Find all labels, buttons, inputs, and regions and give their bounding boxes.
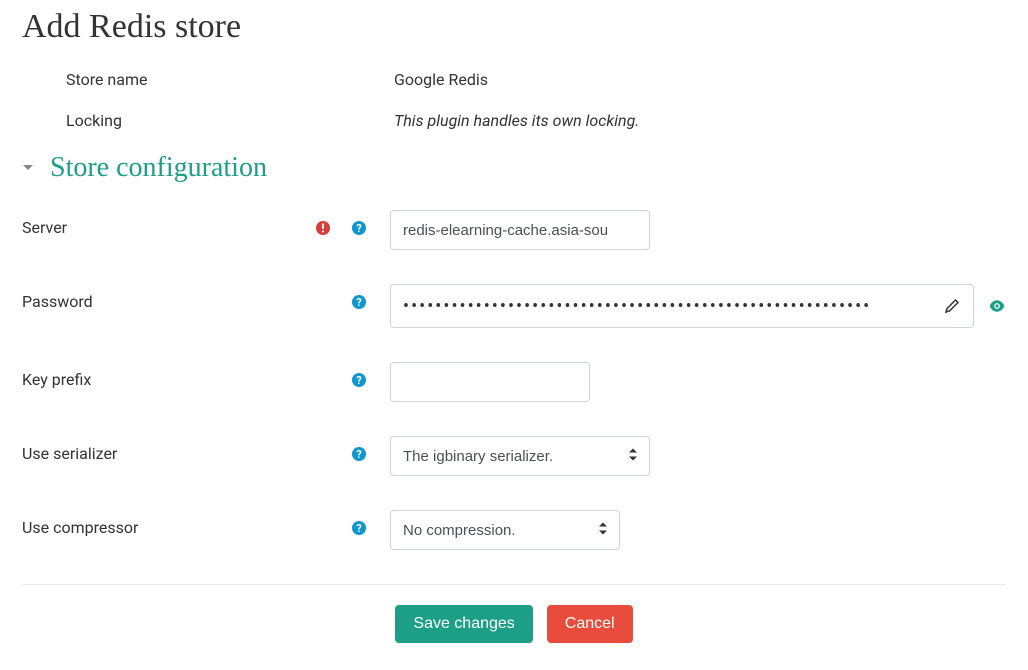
server-input[interactable] [390, 210, 650, 250]
store-name-row: Store name Google Redis [22, 70, 1006, 89]
help-icon[interactable]: ? [350, 445, 368, 463]
server-label: Server [22, 218, 67, 237]
page-title: Add Redis store [22, 8, 1006, 46]
password-row: Password ? •••••••••••••••••••••••••••••… [22, 284, 1006, 328]
button-row: Save changes Cancel [22, 605, 1006, 663]
key-prefix-row: Key prefix ? [22, 362, 1006, 402]
help-icon[interactable]: ? [350, 519, 368, 537]
pencil-icon[interactable] [943, 297, 961, 315]
section-title: Store configuration [50, 152, 267, 184]
compressor-label: Use compressor [22, 518, 138, 537]
key-prefix-label: Key prefix [22, 370, 91, 389]
store-name-label: Store name [22, 70, 362, 89]
divider [22, 584, 1006, 585]
help-icon[interactable]: ? [350, 219, 368, 237]
locking-label: Locking [22, 111, 362, 130]
help-icon[interactable]: ? [350, 371, 368, 389]
chevron-down-icon [22, 159, 40, 177]
svg-text:?: ? [356, 374, 362, 387]
required-icon [314, 219, 332, 237]
locking-row: Locking This plugin handles its own lock… [22, 111, 1006, 130]
locking-value: This plugin handles its own locking. [362, 111, 639, 130]
compressor-row: Use compressor ? No compression. [22, 510, 1006, 550]
compressor-select[interactable]: No compression. [390, 510, 620, 550]
svg-text:?: ? [356, 522, 362, 535]
store-name-value: Google Redis [362, 70, 488, 89]
serializer-label: Use serializer [22, 444, 117, 463]
save-button[interactable]: Save changes [395, 605, 532, 643]
section-toggle[interactable]: Store configuration [22, 152, 1006, 184]
serializer-select[interactable]: The igbinary serializer. [390, 436, 650, 476]
password-input-wrapper[interactable]: ••••••••••••••••••••••••••••••••••••••••… [390, 284, 974, 328]
svg-text:?: ? [356, 296, 362, 309]
cancel-button[interactable]: Cancel [547, 605, 633, 643]
help-icon[interactable]: ? [350, 293, 368, 311]
key-prefix-input[interactable] [390, 362, 590, 402]
server-row: Server ? [22, 210, 1006, 250]
password-mask: ••••••••••••••••••••••••••••••••••••••••… [403, 296, 943, 317]
svg-text:?: ? [356, 448, 362, 461]
serializer-row: Use serializer ? The igbinary serializer… [22, 436, 1006, 476]
password-label: Password [22, 292, 93, 311]
eye-icon[interactable] [988, 297, 1006, 315]
svg-text:?: ? [356, 222, 362, 235]
